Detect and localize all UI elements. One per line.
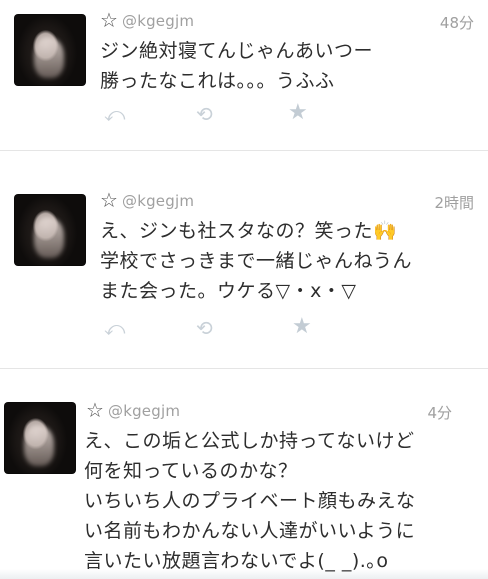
tweet-2[interactable]: ☆ @kgegjm 2時間 え、ジンも社スタなの？笑った🙌 学校でさっきまで一緒… [0,180,488,360]
favorite-icon[interactable]: ★ [292,316,312,338]
reply-icon[interactable]: ⤺ [104,318,125,338]
tweet-3[interactable]: ☆ @kgegjm 4分 え、この垢と公式しか持ってないけど 何を知っているのか… [0,388,488,579]
timestamp: 4分 [427,404,452,422]
retweet-icon[interactable]: ⟲ [196,104,213,124]
divider [0,150,488,151]
tweet-text-line: 勝ったなこれは。。。うふふ [100,70,335,92]
tweet-1[interactable]: ☆ @kgegjm 48分 ジン絶対寝てんじゃんあいつー 勝ったなこれは。。。う… [0,0,488,150]
timestamp: 2時間 [434,194,474,212]
tweet-text-line: また会った。ウケる▽・x・▽ [100,280,357,302]
retweet-icon[interactable]: ⟲ [196,318,213,338]
user-handle[interactable]: @kgegjm [108,402,180,420]
tweet-text-line: ジン絶対寝てんじゃんあいつー [100,40,374,62]
tweet-text-line: 何を知っているのかな？ [84,460,298,482]
star-icon[interactable]: ☆ [100,10,118,30]
user-handle[interactable]: @kgegjm [122,12,194,30]
favorite-icon[interactable]: ★ [288,102,308,124]
divider [0,368,488,369]
tweet-text-line: え、ジンも社スタなの？笑った🙌 [100,220,398,242]
star-icon[interactable]: ☆ [86,400,104,420]
avatar[interactable] [14,14,86,86]
user-handle[interactable]: @kgegjm [122,192,194,210]
star-icon[interactable]: ☆ [100,190,118,210]
reply-icon[interactable]: ⤺ [104,104,125,124]
tweet-text-line: 学校でさっきまで一緒じゃんねうん [100,250,413,272]
bottom-edge [0,569,488,579]
timestamp: 48分 [439,14,474,32]
tweet-text-line: いちいち人のプライベート顔もみえな [84,490,416,512]
avatar[interactable] [4,402,76,474]
avatar[interactable] [14,194,86,266]
tweet-text-line: え、この垢と公式しか持ってないけど [84,430,415,452]
tweet-text-line: い名前もわかんない人達がいいように [84,520,416,542]
